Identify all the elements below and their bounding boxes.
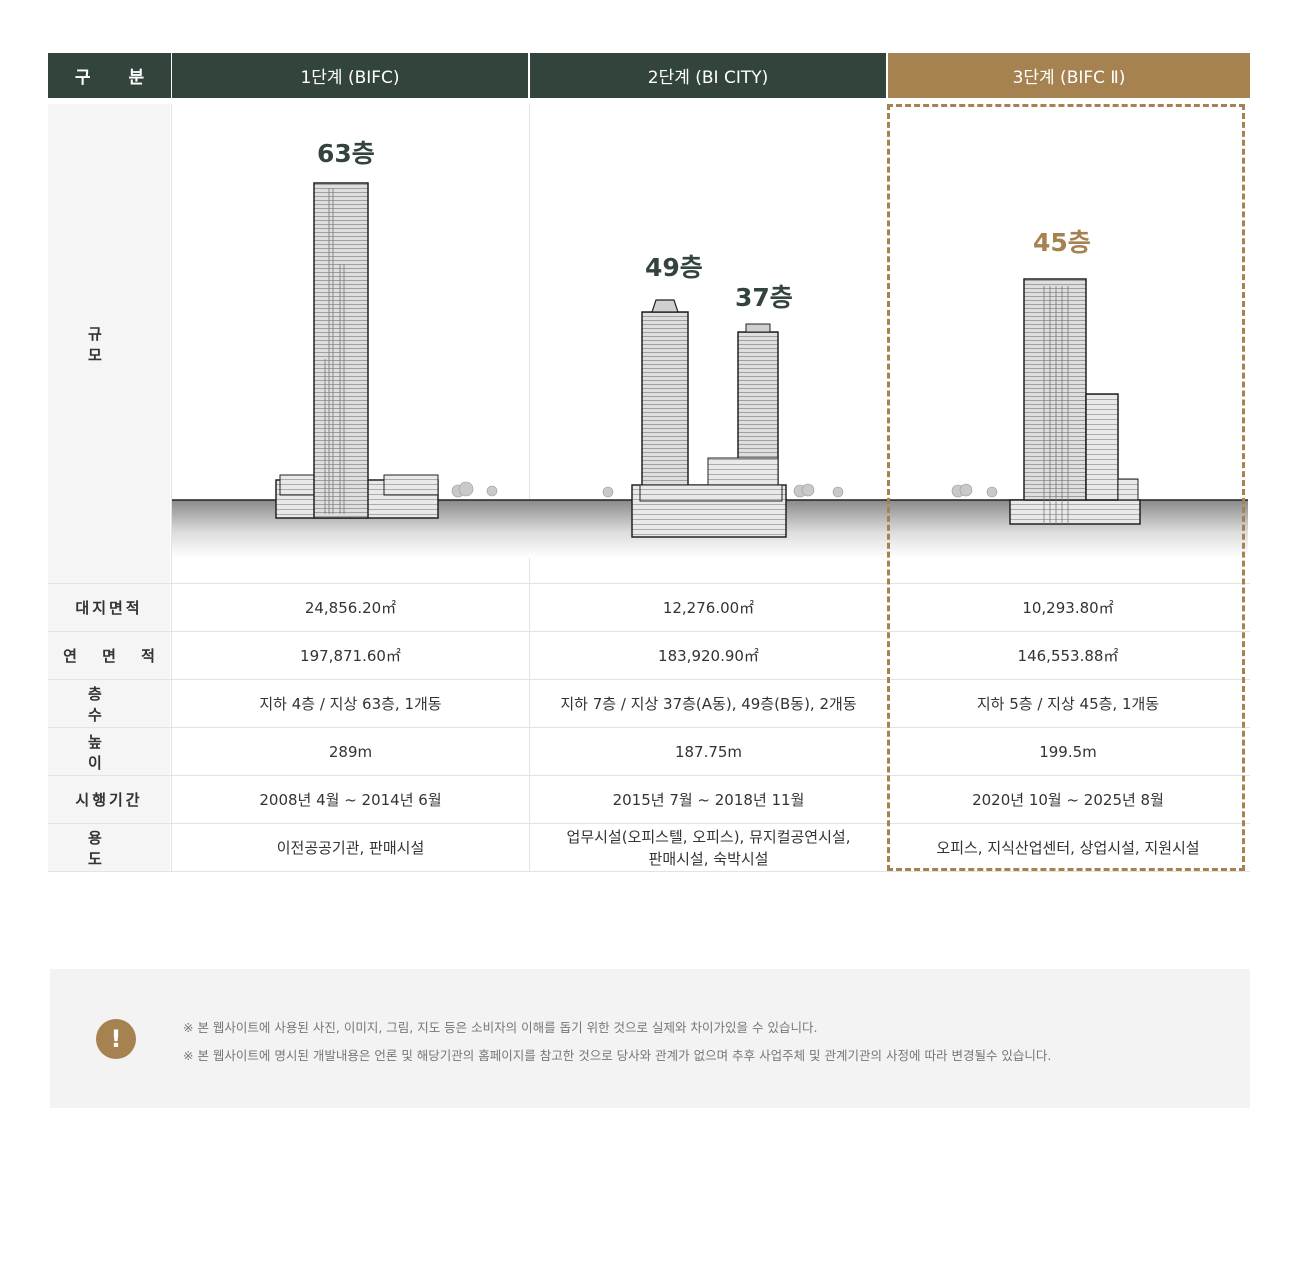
cell-usage-3: 오피스, 지식산업센터, 상업시설, 지원시설 bbox=[936, 838, 1200, 857]
cell-site-area-2: 12,276.00㎡ bbox=[662, 598, 755, 617]
notice-box: ! ※ 본 웹사이트에 사용된 사진, 이미지, 그림, 지도 등은 소비자의 … bbox=[50, 969, 1250, 1108]
cell-site-area-3: 10,293.80㎡ bbox=[1022, 598, 1114, 617]
tree-icons bbox=[451, 481, 498, 498]
cell-usage-2: 업무시설(오피스텔, 오피스), 뮤지컬공연시설, 판매시설, 숙박시설 bbox=[530, 824, 887, 871]
row-label-height: 높 이 bbox=[88, 732, 142, 772]
cell-period-1: 2008년 4월 ~ 2014년 6월 bbox=[259, 790, 442, 809]
cell-floors-3: 지하 5층 / 지상 45층, 1개동 bbox=[976, 694, 1160, 713]
cell-usage-2-line-2: 판매시설, 숙박시설 bbox=[648, 849, 769, 868]
cell-height-1: 289m bbox=[328, 742, 373, 761]
cell-usage-2-line-1: 업무시설(오피스텔, 오피스), 뮤지컬공연시설, bbox=[566, 827, 851, 846]
cell-site-area-1: 24,856.20㎡ bbox=[304, 598, 397, 617]
notice-line-1: ※ 본 웹사이트에 사용된 사진, 이미지, 그림, 지도 등은 소비자의 이해… bbox=[183, 1020, 818, 1035]
row-label-floor-area: 연 면 적 bbox=[63, 647, 165, 665]
cell-floor-area-1: 197,871.60㎡ bbox=[300, 646, 401, 665]
row-label-period: 시행기간 bbox=[75, 791, 143, 809]
row-label-scale: 규 모 bbox=[88, 324, 142, 364]
header-phase-2: 2단계 (BI CITY) bbox=[530, 53, 886, 98]
floor-label-37: 37층 bbox=[735, 283, 793, 312]
cell-period-2: 2015년 7월 ~ 2018년 11월 bbox=[612, 790, 805, 809]
cell-height-2: 187.75m bbox=[674, 742, 743, 761]
row-divider bbox=[48, 871, 1250, 872]
cell-floor-area-3: 146,553.88㎡ bbox=[1017, 646, 1119, 665]
cell-floors-2: 지하 7층 / 지상 37층(A동), 49층(B동), 2개동 bbox=[560, 694, 857, 713]
building-elevation-illustration bbox=[172, 182, 1248, 558]
bifc-tower bbox=[275, 182, 439, 519]
exclamation-icon: ! bbox=[96, 1019, 136, 1059]
row-label-floors: 층 수 bbox=[88, 684, 142, 724]
cell-usage-1: 이전공공기관, 판매시설 bbox=[276, 838, 425, 857]
cell-floor-area-2: 183,920.90㎡ bbox=[658, 646, 759, 665]
bi-city-towers bbox=[631, 299, 787, 538]
header-phase-1: 1단계 (BIFC) bbox=[172, 53, 528, 98]
cell-floors-1: 지하 4층 / 지상 63층, 1개동 bbox=[259, 694, 442, 713]
cell-height-3: 199.5m bbox=[1039, 742, 1097, 761]
cell-period-3: 2020년 10월 ~ 2025년 8월 bbox=[972, 790, 1164, 809]
floor-label-63: 63층 bbox=[317, 139, 375, 168]
floor-label-49: 49층 bbox=[645, 253, 703, 282]
bifc-2-tower bbox=[1009, 278, 1141, 525]
header-category: 구 분 bbox=[48, 53, 171, 98]
notice-line-2: ※ 본 웹사이트에 명시된 개발내용은 언론 및 해당기관의 홈페이지를 참고한… bbox=[183, 1048, 1052, 1063]
header-phase-3: 3단계 (BIFC Ⅱ) bbox=[888, 53, 1250, 98]
row-label-usage: 용 도 bbox=[88, 828, 142, 868]
floor-label-45: 45층 bbox=[1033, 228, 1091, 257]
row-label-site-area: 대지면적 bbox=[75, 599, 143, 617]
